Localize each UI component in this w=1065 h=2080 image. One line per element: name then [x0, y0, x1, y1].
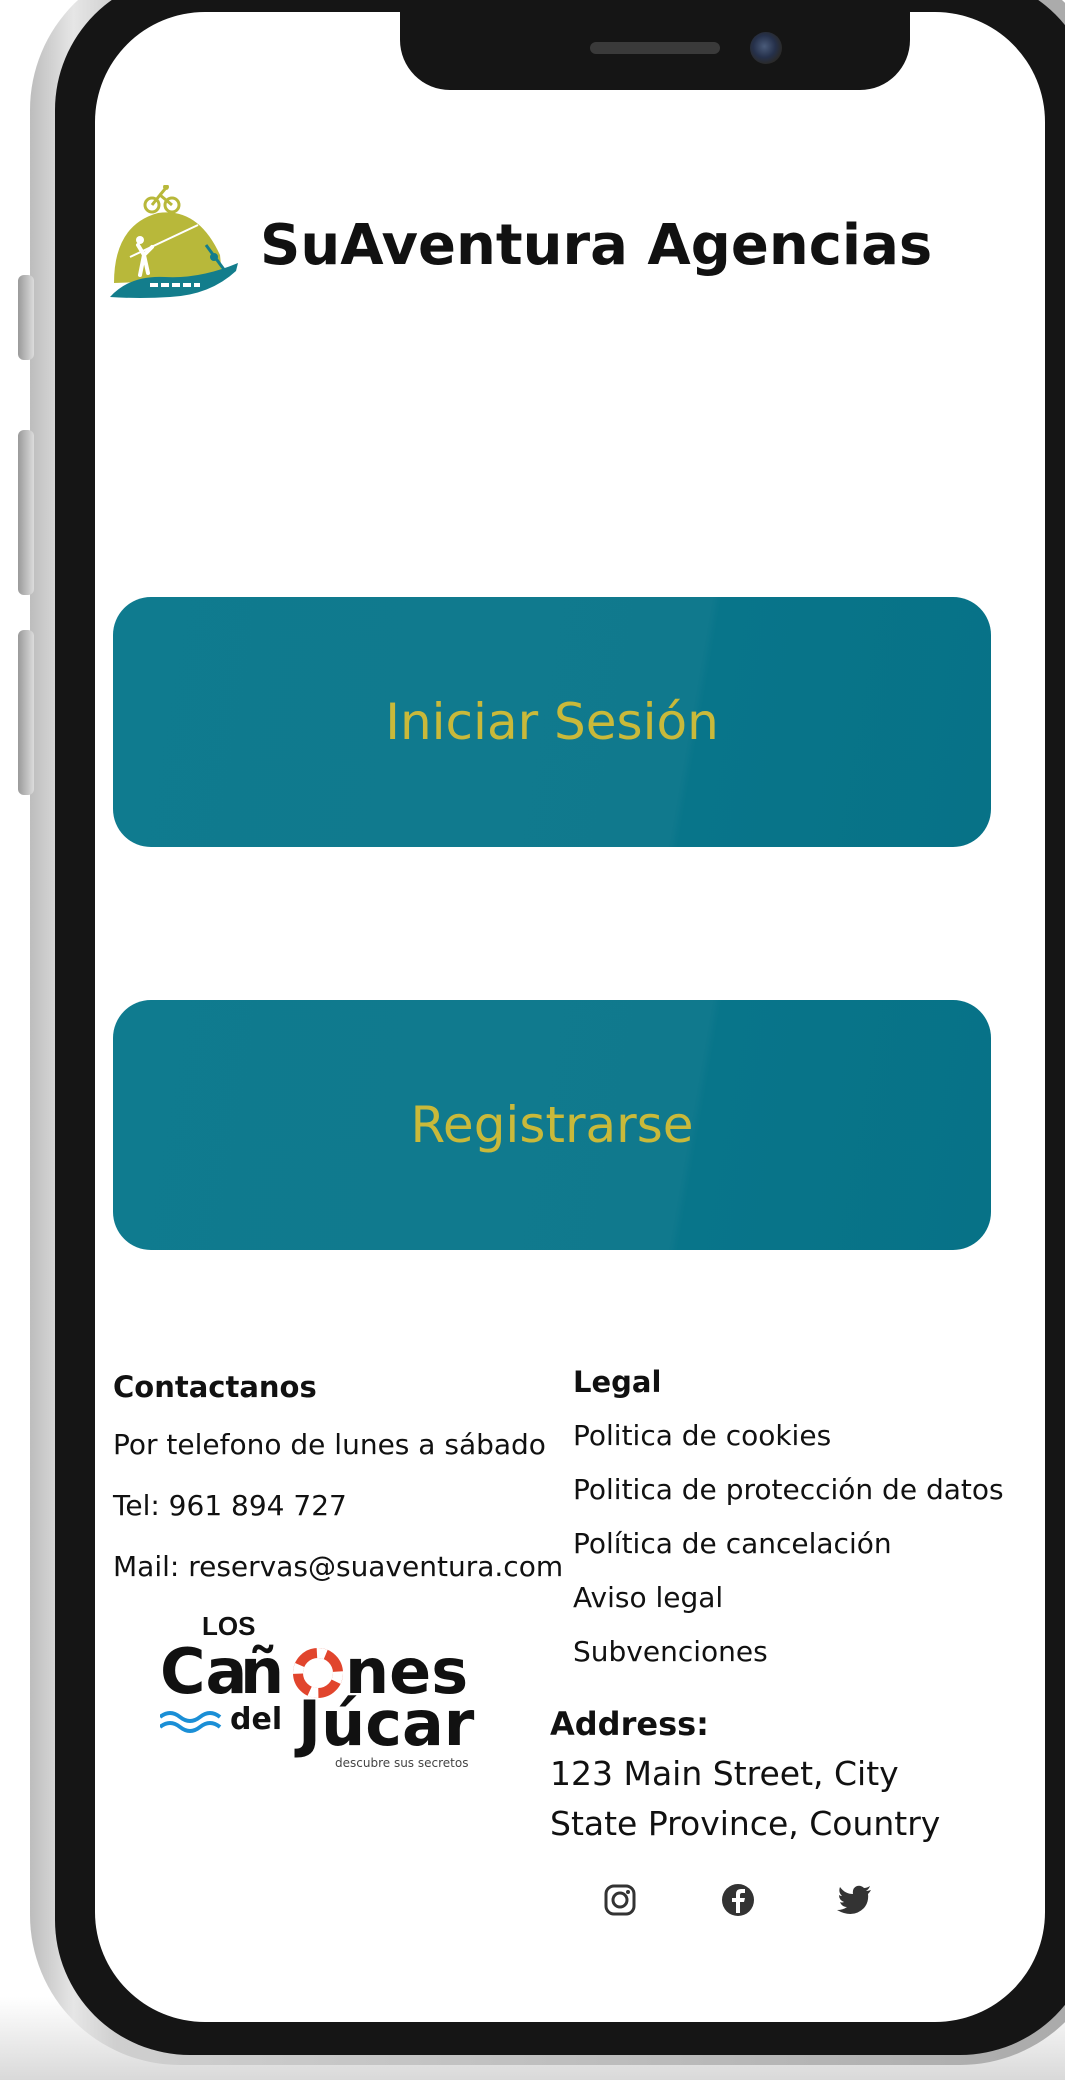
svg-text:ñ: ñ: [240, 1635, 284, 1708]
volume-up-button: [18, 430, 34, 595]
contact-hours: Por telefono de lunes a sábado: [113, 1428, 546, 1461]
svg-text:Júcar: Júcar: [294, 1687, 475, 1760]
register-button[interactable]: Registrarse: [113, 1000, 991, 1250]
camera-icon: [750, 32, 782, 64]
register-button-label: Registrarse: [410, 1096, 694, 1154]
legal-link-cookies[interactable]: Politica de cookies: [573, 1409, 1043, 1463]
volume-down-button: [18, 630, 34, 795]
svg-text:del: del: [230, 1702, 282, 1737]
address-section: Address: 123 Main Street, City State Pro…: [550, 1705, 1030, 1849]
speaker-grille: [590, 42, 720, 54]
svg-text:descubre sus secretos: descubre sus secretos: [335, 1756, 468, 1770]
contact-email[interactable]: Mail: reservas@suaventura.com: [113, 1536, 573, 1597]
login-button-label: Iniciar Sesión: [385, 693, 719, 751]
facebook-icon[interactable]: [718, 1880, 758, 1920]
contact-section: Contactanos Por telefono de lunes a sába…: [113, 1370, 573, 1597]
contact-heading: Contactanos: [113, 1370, 317, 1404]
login-button[interactable]: Iniciar Sesión: [113, 597, 991, 847]
partner-logo[interactable]: LOS Ca ñ nes del Júcar descubre sus secr…: [160, 1605, 490, 1775]
legal-section: Legal Politica de cookies Politica de pr…: [573, 1365, 1043, 1679]
notch: [400, 12, 910, 90]
legal-heading: Legal: [573, 1365, 662, 1399]
legal-link-grants[interactable]: Subvenciones: [573, 1625, 1043, 1679]
social-links: [600, 1880, 900, 1930]
brand-title: SuAventura Agencias: [260, 212, 933, 278]
mute-switch: [18, 275, 34, 360]
device-mockup: SuAventura Agencias Iniciar Sesión Regis…: [0, 0, 1065, 2080]
brand-header: SuAventura Agencias: [110, 185, 932, 305]
adventure-logo-icon[interactable]: [110, 185, 240, 305]
contact-phone[interactable]: Tel: 961 894 727: [113, 1475, 573, 1536]
twitter-icon[interactable]: [835, 1880, 875, 1920]
legal-link-data-protection[interactable]: Politica de protección de datos: [573, 1463, 1043, 1517]
address-line-1: 123 Main Street, City: [550, 1754, 899, 1793]
legal-link-cancellation[interactable]: Política de cancelación: [573, 1517, 1043, 1571]
svg-text:Ca: Ca: [160, 1635, 247, 1708]
address-line-2: State Province, Country: [550, 1804, 941, 1843]
address-heading: Address:: [550, 1705, 709, 1743]
instagram-icon[interactable]: [600, 1880, 640, 1920]
legal-link-legal-notice[interactable]: Aviso legal: [573, 1571, 1043, 1625]
